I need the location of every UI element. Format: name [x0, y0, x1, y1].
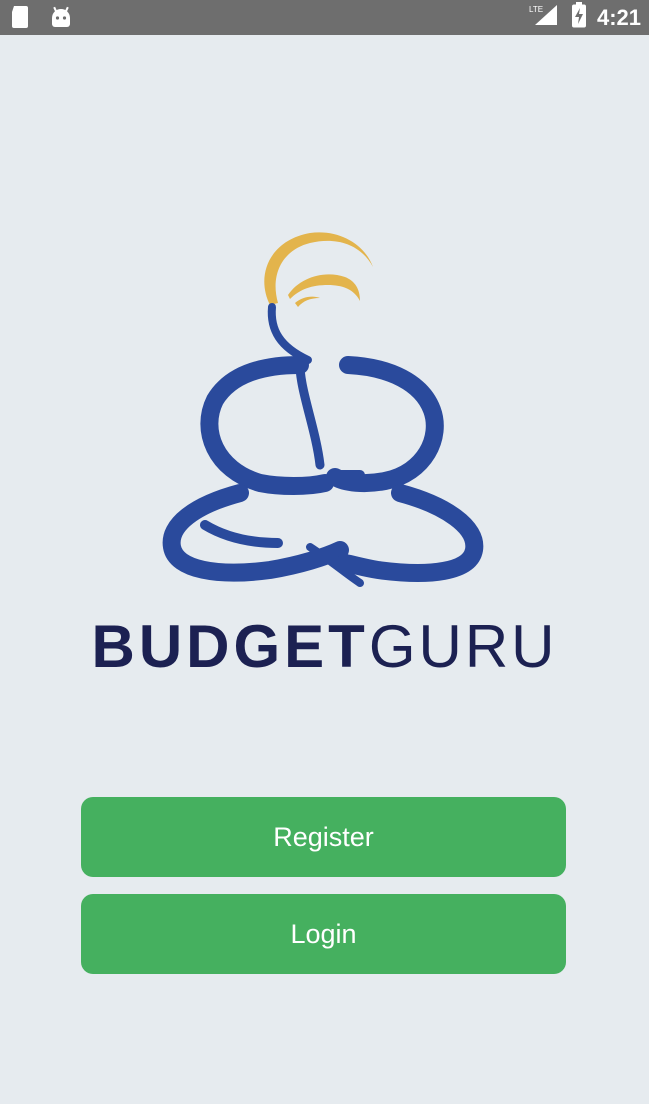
- sd-card-icon: [10, 5, 30, 34]
- login-button[interactable]: Login: [81, 894, 566, 974]
- guru-body-icon: [200, 356, 444, 495]
- status-bar: LTE 4:21: [0, 0, 649, 35]
- status-time: 4:21: [596, 4, 641, 30]
- lte-signal-icon: LTE: [529, 3, 561, 32]
- guru-neck-icon: [267, 303, 312, 364]
- status-left-icons: [10, 5, 72, 34]
- svg-text:LTE: LTE: [529, 5, 543, 14]
- battery-charging-icon: [571, 2, 587, 33]
- status-right-icons: LTE 4:21: [529, 0, 641, 35]
- brand-name-guru: GURU: [368, 613, 558, 680]
- brand-name-budget: BUDGET: [91, 613, 369, 680]
- register-button[interactable]: Register: [81, 797, 566, 877]
- android-icon: [50, 6, 72, 33]
- brand-wordmark: BUDGETGURU: [0, 612, 649, 682]
- guru-legs-icon: [162, 484, 484, 587]
- guru-hair-icon: [264, 232, 373, 307]
- meditating-guru-logo: [162, 232, 484, 587]
